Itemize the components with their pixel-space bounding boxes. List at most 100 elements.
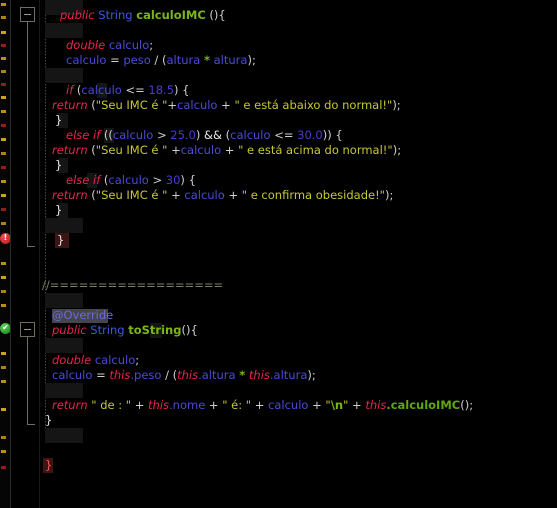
code-token: + — [221, 143, 239, 157]
code-token: + — [308, 398, 326, 412]
code-token: (( — [100, 128, 113, 142]
code-line[interactable]: return ("Seu IMC é "+calculo + " e está … — [52, 98, 401, 113]
code-token: calculo — [108, 38, 150, 52]
code-token: calculo — [94, 353, 136, 367]
code-token: + — [167, 98, 178, 112]
warn-marker[interactable] — [1, 16, 6, 19]
code-line[interactable]: public String toString(){ — [52, 323, 198, 338]
warn-marker[interactable] — [1, 276, 6, 279]
warn-marker[interactable] — [1, 352, 6, 355]
code-line[interactable]: return ("Seu IMC é " +calculo + " e está… — [52, 143, 401, 158]
warn-marker[interactable] — [1, 290, 6, 293]
code-token: "Seu IMC é " — [95, 143, 168, 157]
warn-marker[interactable] — [1, 96, 6, 99]
code-token: calculo — [66, 53, 107, 67]
code-token: else — [66, 128, 90, 142]
code-token: ); — [384, 188, 394, 202]
fold-region-end-tick — [27, 246, 35, 247]
warn-marker[interactable] — [1, 450, 6, 453]
code-line[interactable]: } — [55, 113, 62, 128]
code-token: this — [248, 368, 270, 382]
code-editor-pane[interactable]: ! ✔ public String calculoIMC (){ double ca… — [0, 0, 557, 508]
code-token: + — [251, 398, 269, 412]
fold-toggle-tostring[interactable] — [20, 322, 35, 337]
warn-marker[interactable] — [1, 366, 6, 369]
code-token: \n — [330, 398, 344, 412]
code-line[interactable]: else if ((calculo > 25.0) && (calculo <=… — [66, 128, 343, 143]
warn-marker[interactable] — [1, 380, 6, 383]
code-token: + — [131, 398, 149, 412]
code-text-area[interactable]: public String calculoIMC (){ double calcu… — [40, 0, 557, 508]
warn-marker[interactable] — [1, 408, 6, 411]
warn-marker[interactable] — [1, 436, 6, 439]
code-line[interactable]: return ("Seu IMC é " + calculo + " e con… — [52, 188, 393, 203]
code-line[interactable]: } — [55, 203, 62, 218]
code-token: ( — [87, 143, 96, 157]
whitespace-highlight — [45, 293, 83, 308]
code-token: //================== — [42, 278, 224, 292]
code-line[interactable]: double calculo; — [52, 353, 139, 368]
code-line[interactable]: } — [57, 233, 64, 248]
code-token: .altura — [269, 368, 308, 382]
warn-marker[interactable] — [1, 3, 6, 6]
warn-marker[interactable] — [1, 222, 6, 225]
code-token: ; — [149, 38, 154, 52]
code-token: ( — [87, 98, 96, 112]
code-line[interactable]: } — [55, 158, 62, 173]
code-token: else — [66, 173, 90, 187]
whitespace-highlight — [45, 23, 83, 38]
code-line[interactable]: @Override — [52, 308, 113, 323]
code-line[interactable]: } — [45, 413, 52, 428]
fold-minus-icon — [24, 14, 31, 15]
code-token: calculo — [268, 398, 309, 412]
code-token: <= — [270, 128, 298, 142]
fold-region-line — [27, 337, 28, 424]
code-line[interactable]: else if (calculo > 30) { — [66, 173, 196, 188]
code-token: 30 — [165, 173, 181, 187]
whitespace-highlight — [45, 218, 83, 233]
warn-marker[interactable] — [1, 138, 6, 141]
fold-toggle-calculoimc[interactable] — [20, 7, 35, 22]
err-marker[interactable] — [1, 124, 6, 127]
fold-gutter[interactable] — [11, 0, 40, 508]
code-token: "Seu IMC é " — [95, 98, 168, 112]
code-token: 25.0 — [170, 128, 196, 142]
code-token: ( — [221, 128, 231, 142]
warn-marker[interactable] — [1, 70, 6, 73]
analysis-marker-strip[interactable]: ! ✔ — [0, 0, 11, 508]
code-line[interactable]: return " de : " + this.nome + " é: " + c… — [52, 398, 473, 413]
code-token: / ( — [150, 53, 167, 67]
code-token: altura — [213, 53, 248, 67]
warn-marker[interactable] — [1, 110, 6, 113]
warn-marker[interactable] — [1, 152, 6, 155]
code-token: double — [52, 353, 92, 367]
code-token: @Override — [52, 308, 114, 322]
err-marker[interactable] — [1, 83, 6, 86]
code-token: } — [45, 413, 53, 427]
code-token: } — [55, 113, 63, 127]
code-token: .nome — [169, 398, 206, 412]
code-token: " é: " — [222, 398, 252, 412]
err-marker[interactable] — [1, 208, 6, 211]
code-token: && — [204, 128, 222, 142]
code-token: calculo — [230, 128, 271, 142]
code-token: this — [365, 398, 387, 412]
code-line[interactable]: //================== — [42, 278, 223, 293]
warn-marker[interactable] — [1, 304, 6, 307]
err-marker[interactable] — [1, 466, 6, 469]
warn-marker[interactable] — [1, 180, 6, 183]
code-line[interactable]: double calculo; — [66, 38, 153, 53]
err-marker[interactable] — [1, 44, 6, 47]
warn-marker[interactable] — [1, 194, 6, 197]
warn-marker[interactable] — [1, 57, 6, 60]
code-line[interactable]: public String calculoIMC (){ — [60, 8, 226, 23]
err-marker[interactable] — [1, 166, 6, 169]
code-line[interactable]: } — [45, 458, 52, 473]
code-line[interactable]: calculo = peso / (altura * altura); — [66, 53, 256, 68]
warn-marker[interactable] — [1, 31, 6, 34]
code-token: toString — [128, 323, 182, 337]
warn-marker[interactable] — [1, 262, 6, 265]
code-line[interactable]: calculo = this.peso / (this.altura * thi… — [52, 368, 316, 383]
code-line[interactable]: if (calculo <= 18.5) { — [66, 83, 190, 98]
whitespace-highlight — [45, 338, 83, 353]
